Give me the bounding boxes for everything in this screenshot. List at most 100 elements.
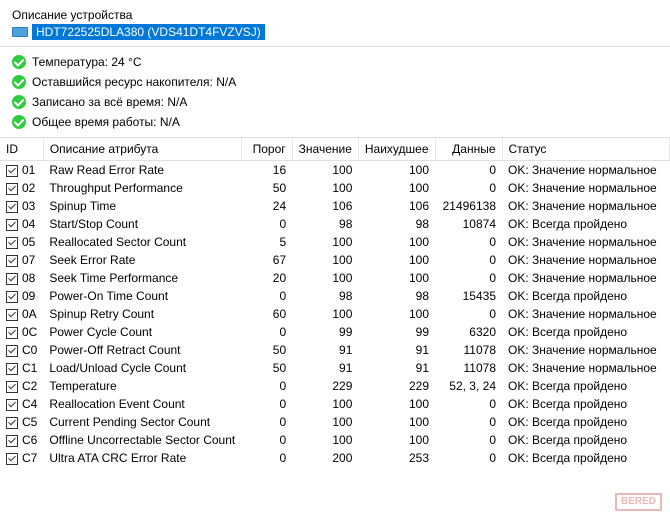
row-checkbox[interactable]	[6, 345, 18, 357]
cell-status: OK: Всегда пройдено	[502, 287, 670, 305]
table-row[interactable]: C0Power-Off Retract Count50919111078OK: …	[0, 341, 670, 359]
cell-desc: Spinup Time	[43, 197, 241, 215]
cell-desc: Power Cycle Count	[43, 323, 241, 341]
watermark-text: BERED	[615, 493, 662, 511]
cell-threshold: 0	[241, 395, 292, 413]
row-checkbox[interactable]	[6, 327, 18, 339]
cell-desc: Load/Unload Cycle Count	[43, 359, 241, 377]
cell-desc: Current Pending Sector Count	[43, 413, 241, 431]
row-checkbox[interactable]	[6, 309, 18, 321]
cell-data: 21496138	[435, 197, 502, 215]
cell-id: 05	[0, 233, 43, 251]
table-row[interactable]: C1Load/Unload Cycle Count50919111078OK: …	[0, 359, 670, 377]
cell-data: 10874	[435, 215, 502, 233]
header-status[interactable]: Статус	[502, 138, 670, 161]
table-row[interactable]: 0ASpinup Retry Count601001000OK: Значени…	[0, 305, 670, 323]
row-checkbox[interactable]	[6, 201, 18, 213]
row-checkbox[interactable]	[6, 435, 18, 447]
table-row[interactable]: 02Throughput Performance501001000OK: Зна…	[0, 179, 670, 197]
id-text: 04	[22, 217, 35, 231]
table-row[interactable]: 08Seek Time Performance201001000OK: Знач…	[0, 269, 670, 287]
header-desc[interactable]: Описание атрибута	[43, 138, 241, 161]
header-worst[interactable]: Наихудшее	[358, 138, 435, 161]
table-row[interactable]: 03Spinup Time2410610621496138OK: Значени…	[0, 197, 670, 215]
cell-id: 08	[0, 269, 43, 287]
ok-icon	[12, 55, 26, 69]
row-checkbox[interactable]	[6, 255, 18, 267]
header-data[interactable]: Данные	[435, 138, 502, 161]
cell-id: C5	[0, 413, 43, 431]
cell-threshold: 24	[241, 197, 292, 215]
cell-worst: 229	[358, 377, 435, 395]
cell-value: 100	[292, 233, 358, 251]
header-value[interactable]: Значение	[292, 138, 358, 161]
table-row[interactable]: C7Ultra ATA CRC Error Rate02002530OK: Вс…	[0, 449, 670, 467]
row-checkbox[interactable]	[6, 417, 18, 429]
header-id[interactable]: ID	[0, 138, 43, 161]
row-checkbox[interactable]	[6, 165, 18, 177]
cell-worst: 253	[358, 449, 435, 467]
cell-threshold: 0	[241, 431, 292, 449]
cell-id: 09	[0, 287, 43, 305]
table-row[interactable]: 0CPower Cycle Count099996320OK: Всегда п…	[0, 323, 670, 341]
cell-data: 0	[435, 413, 502, 431]
table-row[interactable]: 04Start/Stop Count0989810874OK: Всегда п…	[0, 215, 670, 233]
cell-threshold: 50	[241, 359, 292, 377]
table-row[interactable]: C4Reallocation Event Count01001000OK: Вс…	[0, 395, 670, 413]
id-text: C6	[22, 433, 37, 447]
cell-value: 100	[292, 179, 358, 197]
table-row[interactable]: C2Temperature022922952, 3, 24OK: Всегда …	[0, 377, 670, 395]
ok-icon	[12, 115, 26, 129]
cell-value: 98	[292, 287, 358, 305]
cell-value: 100	[292, 251, 358, 269]
row-checkbox[interactable]	[6, 219, 18, 231]
cell-desc: Raw Read Error Rate	[43, 161, 241, 180]
id-text: 05	[22, 235, 35, 249]
cell-desc: Throughput Performance	[43, 179, 241, 197]
cell-value: 100	[292, 413, 358, 431]
id-text: 02	[22, 181, 35, 195]
header-threshold[interactable]: Порог	[241, 138, 292, 161]
cell-threshold: 67	[241, 251, 292, 269]
cell-status: OK: Значение нормальное	[502, 233, 670, 251]
row-checkbox[interactable]	[6, 399, 18, 411]
device-name[interactable]: HDT722525DLA380 (VDS41DT4FVZVSJ)	[32, 24, 265, 40]
cell-value: 100	[292, 269, 358, 287]
cell-threshold: 16	[241, 161, 292, 180]
cell-data: 0	[435, 395, 502, 413]
row-checkbox[interactable]	[6, 453, 18, 465]
cell-value: 100	[292, 161, 358, 180]
cell-data: 0	[435, 269, 502, 287]
table-row[interactable]: C5Current Pending Sector Count01001000OK…	[0, 413, 670, 431]
watermark: BERED	[615, 493, 662, 511]
cell-data: 11078	[435, 359, 502, 377]
table-row[interactable]: 05Reallocated Sector Count51001000OK: Зн…	[0, 233, 670, 251]
status-temperature: Температура: 24 °C	[12, 55, 658, 69]
cell-id: 0C	[0, 323, 43, 341]
table-row[interactable]: C6Offline Uncorrectable Sector Count0100…	[0, 431, 670, 449]
cell-threshold: 60	[241, 305, 292, 323]
table-row[interactable]: 01Raw Read Error Rate161001000OK: Значен…	[0, 161, 670, 180]
cell-desc: Temperature	[43, 377, 241, 395]
cell-status: OK: Значение нормальное	[502, 251, 670, 269]
status-uptime: Общее время работы: N/A	[12, 115, 658, 129]
status-section: Температура: 24 °C Оставшийся ресурс нак…	[0, 47, 670, 138]
cell-desc: Ultra ATA CRC Error Rate	[43, 449, 241, 467]
row-checkbox[interactable]	[6, 237, 18, 249]
cell-data: 0	[435, 179, 502, 197]
id-text: 03	[22, 199, 35, 213]
row-checkbox[interactable]	[6, 381, 18, 393]
table-row[interactable]: 07Seek Error Rate671001000OK: Значение н…	[0, 251, 670, 269]
cell-worst: 98	[358, 215, 435, 233]
id-text: C0	[22, 343, 37, 357]
cell-worst: 100	[358, 233, 435, 251]
ok-icon	[12, 75, 26, 89]
table-row[interactable]: 09Power-On Time Count0989815435OK: Всегд…	[0, 287, 670, 305]
cell-status: OK: Всегда пройдено	[502, 377, 670, 395]
cell-value: 106	[292, 197, 358, 215]
row-checkbox[interactable]	[6, 273, 18, 285]
row-checkbox[interactable]	[6, 363, 18, 375]
cell-data: 0	[435, 449, 502, 467]
row-checkbox[interactable]	[6, 183, 18, 195]
row-checkbox[interactable]	[6, 291, 18, 303]
